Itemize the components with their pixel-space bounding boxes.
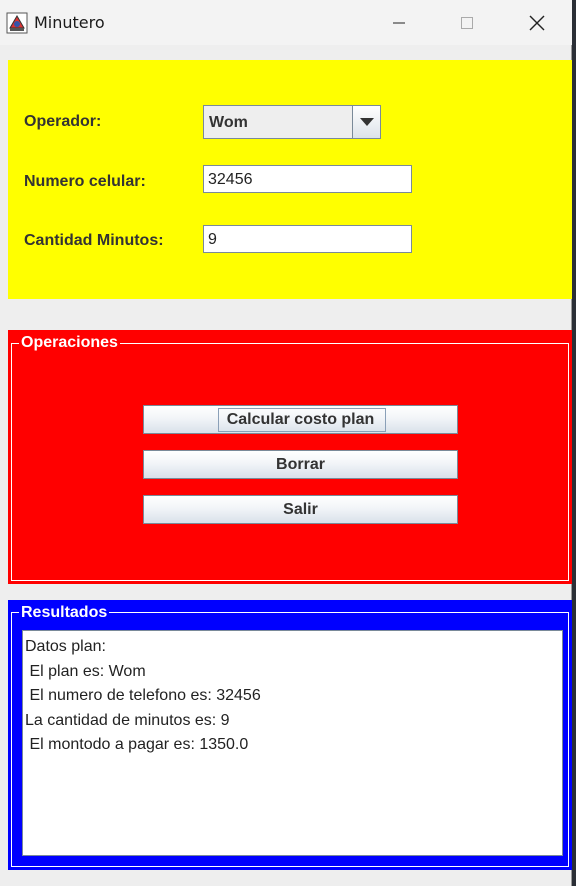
app-window: Minutero Operador: Wom Numero celular: 3… [0,0,572,886]
maximize-button[interactable] [432,0,502,45]
resultados-textarea[interactable]: Datos plan: El plan es: Wom El numero de… [22,630,563,856]
borrar-button[interactable]: Borrar [143,450,458,479]
window-title: Minutero [34,13,105,32]
result-line: Datos plan: [25,638,106,655]
celular-input[interactable]: 32456 [203,165,412,193]
resultados-panel: Resultados Datos plan: El plan es: Wom E… [8,600,572,870]
dropdown-arrow-button[interactable] [352,106,380,138]
operador-combobox[interactable]: Wom [203,105,381,139]
triangle-down-icon [359,113,374,131]
minutos-input[interactable]: 9 [203,225,412,253]
close-icon [529,15,545,31]
close-button[interactable] [502,0,572,45]
minimize-icon [393,17,405,29]
minutos-label: Cantidad Minutos: [24,232,164,249]
celular-label: Numero celular: [24,173,146,190]
minimize-button[interactable] [364,0,434,45]
result-line: El plan es: Wom [25,662,146,680]
result-line: La cantidad de minutos es: 9 [25,711,230,729]
result-line: El montodo a pagar es: 1350.0 [25,736,249,753]
maximize-icon [461,16,473,29]
operador-label: Operador: [24,113,102,130]
salir-button[interactable]: Salir [143,495,458,524]
operaciones-title: Operaciones [19,334,120,352]
operador-selected-value: Wom [209,114,248,131]
calcular-costo-button[interactable]: Calcular costo plan [143,405,458,434]
result-line: El numero de telefono es: 32456 [25,687,261,704]
datos-panel: Operador: Wom Numero celular: 32456 Cant… [8,60,572,299]
resultados-title: Resultados [19,604,110,622]
operaciones-panel: Operaciones Calcular costo plan Borrar S… [8,330,572,584]
title-bar[interactable]: Minutero [0,0,572,45]
calcular-costo-label: Calcular costo plan [226,411,375,428]
java-app-icon [6,12,28,34]
